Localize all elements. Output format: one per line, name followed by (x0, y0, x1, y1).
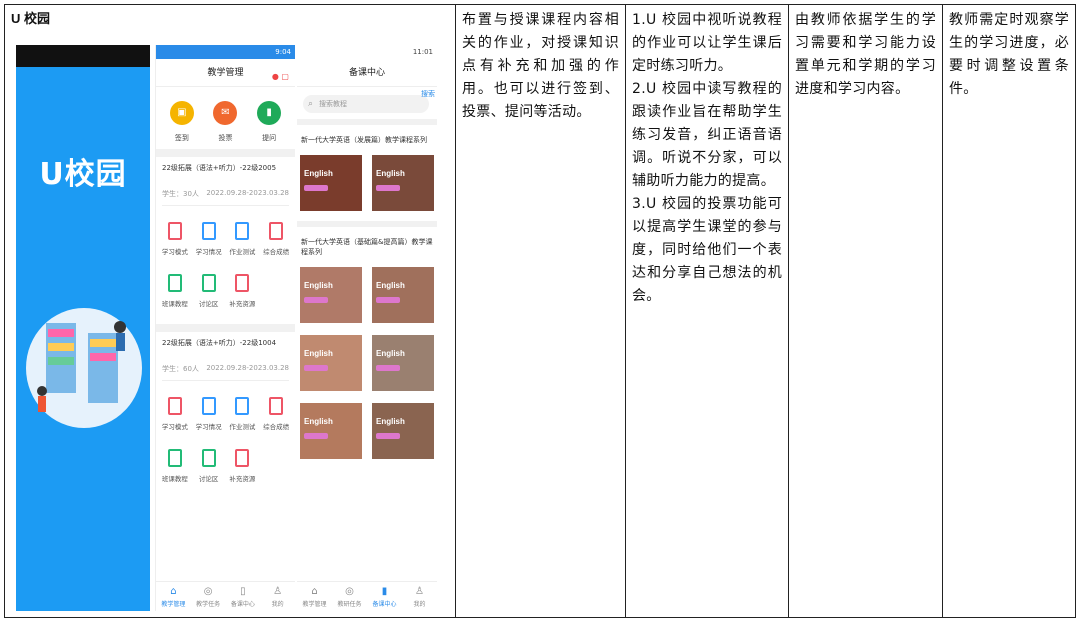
resources-icon (235, 449, 250, 467)
course-thumbnail[interactable]: English (300, 155, 362, 211)
course-thumbnail[interactable]: English (372, 403, 434, 459)
benefit-paragraph: 2.U 校园中读写教程的跟读作业旨在帮助学生练习发音，纠正语音语调。听说不分家，… (632, 81, 782, 189)
study-mode-icon (167, 222, 182, 240)
teaching-header-title: 教学管理 (207, 68, 244, 78)
splash-screenshot: U校园 (16, 45, 150, 611)
discussion-icon (201, 274, 216, 292)
course-thumbnail[interactable]: English (372, 267, 434, 323)
course-function-grid: 学习模式 学习情况 作业测试 综合成绩 班课教程 讨论区 补充资源 (156, 383, 295, 499)
bookshelf-illustration-icon (26, 308, 142, 428)
study-mode-icon (167, 397, 182, 415)
course-material-icon (167, 274, 182, 292)
column-assignment: 布置与授课课程内容相关的作业，对授课知识点有补充和加强的作用。也可以进行签到、投… (456, 5, 626, 617)
series-title: 新一代大学英语（发展篇）教学课程系列 (297, 119, 437, 153)
teaching-management-screenshot: 9:04 教学管理 ● ▢ ▣ 签到 ✉ 投票 ▮ 提问 22级拓展（语法+听力… (155, 45, 295, 611)
course-function-grid: 学习模式 学习情况 作业测试 综合成绩 班课教程 讨论区 补充资源 (156, 208, 295, 324)
study-status-icon (201, 222, 216, 240)
course-card: 22级拓展（语法+听力）-22级2005 学生：30人 2022.09.28-2… (156, 157, 295, 208)
settings-text: 由教师依据学生的学习需要和学习能力设置单元和学期的学习进度和学习内容。 (795, 12, 936, 97)
column-monitoring: 教师需定时观察学生的学习进度，必要时调整设置条件。 (943, 5, 1075, 617)
user-icon: ♙ (273, 586, 283, 597)
book-icon: ▯ (240, 586, 246, 597)
course-material-icon (167, 449, 182, 467)
question-shortcut: ▮ 提问 (257, 101, 282, 143)
home-icon: ⌂ (311, 586, 318, 597)
checkin-shortcut: ▣ 签到 (169, 101, 194, 143)
grades-icon (269, 222, 284, 240)
user-icon: ♙ (415, 586, 424, 597)
homework-icon (235, 397, 250, 415)
course-thumbnail[interactable]: English (300, 267, 362, 323)
prep-center-screenshot: 11:01 备课中心 搜索教程 搜索 新一代大学英语（发展篇）教学课程系列 En… (297, 45, 437, 611)
task-icon: ◎ (345, 586, 354, 597)
course-thumbnail[interactable]: English (372, 155, 434, 211)
grades-icon (269, 397, 284, 415)
benefit-paragraph: 1.U 校园中视听说教程的作业可以让学生课后定时练习听力。 (632, 12, 782, 74)
home-icon: ⌂ (170, 586, 177, 597)
tab-prep-center[interactable]: ▮ 备课中心 (367, 582, 402, 611)
resources-icon (235, 274, 250, 292)
column-platform: U 校园 U校园 9:04 教学管理 ● ▢ ▣ 签到 ✉ 投票 ▮ 提问 22… (5, 5, 456, 617)
vote-shortcut: ✉ 投票 (213, 101, 238, 143)
series-title: 新一代大学英语（基础篇&提高篇）教学课程系列 (297, 221, 437, 265)
document-table: U 校园 U校园 9:04 教学管理 ● ▢ ▣ 签到 ✉ 投票 ▮ 提问 22… (4, 4, 1076, 618)
question-icon: ▮ (257, 101, 282, 125)
search-input[interactable]: 搜索教程 (303, 95, 429, 113)
search-button[interactable]: 搜索 (421, 89, 435, 99)
platform-title: U 校园 (11, 11, 51, 26)
prep-header-title: 备课中心 (348, 68, 385, 78)
notification-icon: ● ▢ (271, 72, 289, 81)
bottom-tab-bar: ⌂ 教学管理 ◎ 教研任务 ▮ 备课中心 ♙ 我的 (297, 581, 437, 611)
task-icon: ◎ (203, 586, 213, 597)
bottom-tab-bar: ⌂ 教学管理 ◎ 教学任务 ▯ 备课中心 ♙ 我的 (156, 581, 295, 611)
discussion-icon (201, 449, 216, 467)
column-settings: 由教师依据学生的学习需要和学习能力设置单元和学期的学习进度和学习内容。 (789, 5, 943, 617)
study-status-icon (201, 397, 216, 415)
tab-teaching-management[interactable]: ⌂ 教学管理 (297, 582, 332, 611)
column-benefits: 1.U 校园中视听说教程的作业可以让学生课后定时练习听力。 2.U 校园中读写教… (626, 5, 789, 617)
benefit-paragraph: 3.U 校园的投票功能可以提高学生课堂的参与度，同时给他们一个表达和分享自己想法… (632, 196, 782, 304)
course-thumbnail[interactable]: English (300, 335, 362, 391)
homework-icon (235, 222, 250, 240)
tab-prep-center[interactable]: ▯ 备课中心 (226, 582, 261, 611)
course-thumbnail[interactable]: English (372, 335, 434, 391)
vote-icon: ✉ (213, 101, 238, 125)
book-icon: ▮ (381, 586, 388, 597)
checkin-icon: ▣ (169, 101, 194, 125)
monitoring-text: 教师需定时观察学生的学习进度，必要时调整设置条件。 (949, 12, 1069, 97)
tab-research-tasks[interactable]: ◎ 教研任务 (332, 582, 367, 611)
course-card: 22级拓展（语法+听力）-22级1004 学生：60人 2022.09.28-2… (156, 332, 295, 383)
splash-logo: U校园 (39, 157, 127, 192)
tab-teaching-management[interactable]: ⌂ 教学管理 (156, 582, 191, 611)
course-thumbnail[interactable]: English (300, 403, 362, 459)
assignment-text: 布置与授课课程内容相关的作业，对授课知识点有补充和加强的作用。也可以进行签到、投… (462, 12, 619, 120)
tab-me[interactable]: ♙ 我的 (260, 582, 295, 611)
tab-teaching-tasks[interactable]: ◎ 教学任务 (191, 582, 226, 611)
tab-me[interactable]: ♙ 我的 (402, 582, 437, 611)
